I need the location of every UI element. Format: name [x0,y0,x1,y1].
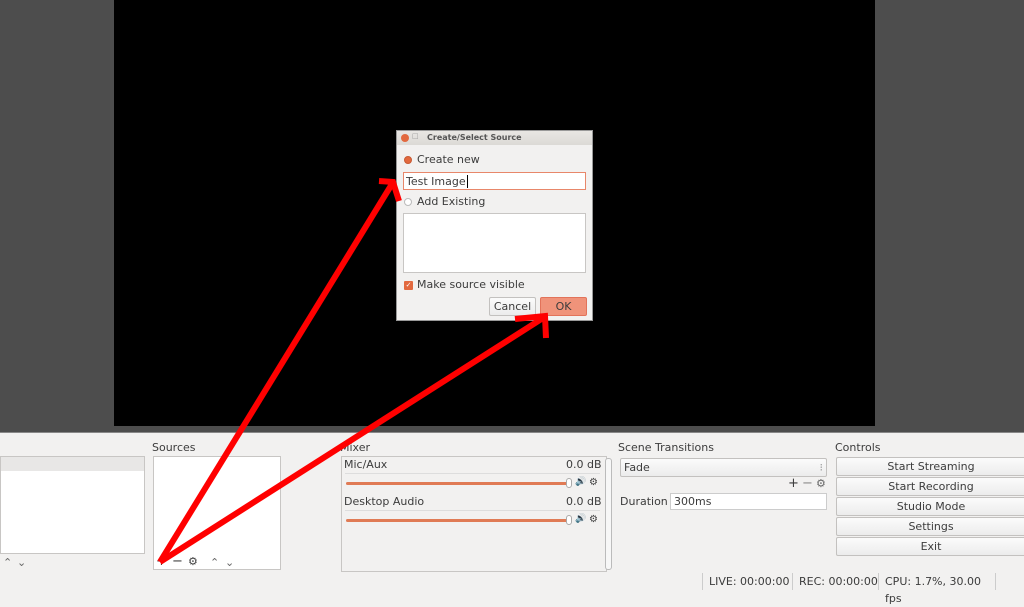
arrow-to-ok-button [158,315,545,565]
annotation-overlay [157,178,549,565]
arrow-to-name-input [157,182,395,564]
